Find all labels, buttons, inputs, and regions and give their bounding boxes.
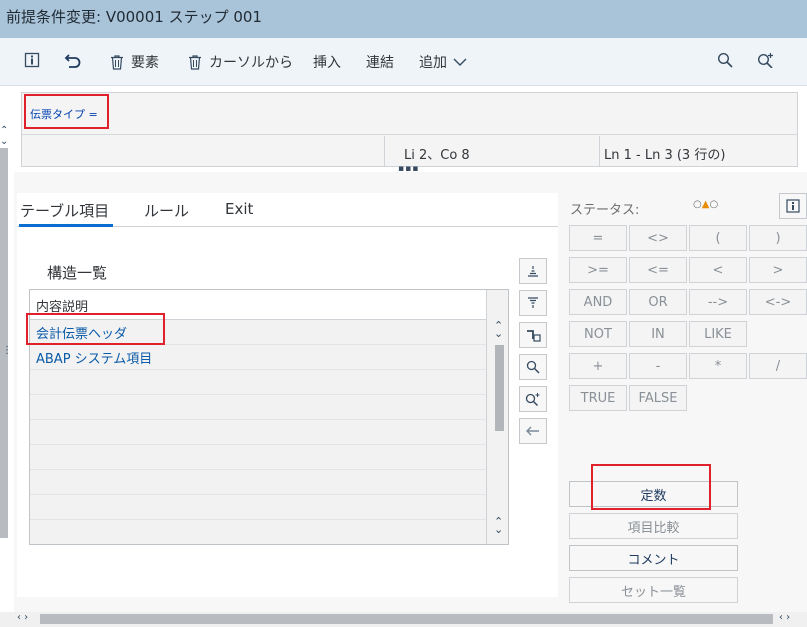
status-lights-icon: ○▲○: [693, 199, 719, 210]
op-minus[interactable]: -: [629, 353, 687, 379]
status-info-button[interactable]: [779, 193, 807, 219]
status-divider: [384, 136, 385, 166]
delete-from-cursor-label: カーソルから: [209, 55, 293, 71]
op-or[interactable]: OR: [629, 289, 687, 315]
tab-rules[interactable]: ルール: [144, 200, 189, 221]
structure-list-title: 構造一覧: [47, 264, 108, 282]
op-true[interactable]: TRUE: [569, 385, 627, 411]
op-gte[interactable]: >=: [569, 257, 627, 283]
editor-line[interactable]: 伝票タイプ =: [22, 93, 797, 135]
empty-row: [30, 495, 486, 520]
arrow-left-icon: [526, 426, 539, 436]
highlight-box: [24, 94, 109, 129]
line-range: Ln 1 - Ln 3 (3 行の): [604, 148, 726, 163]
concat-label: 連結: [366, 55, 394, 71]
title-bar: 前提条件変更: V00001 ステップ 001: [0, 0, 807, 38]
align-top-icon: [528, 266, 538, 277]
condition-editor[interactable]: 伝票タイプ = Li 2、Co 8 Ln 1 - Ln 3 (3 行の): [21, 92, 798, 167]
cursor-position: Li 2、Co 8: [404, 148, 470, 163]
horizontal-scrollbar-thumb[interactable]: [40, 614, 773, 624]
field-compare-button[interactable]: 項目比較: [569, 513, 738, 539]
insert-label: 挿入: [313, 55, 341, 71]
status-label: ステータス:: [570, 203, 640, 218]
undo-button[interactable]: [64, 52, 82, 68]
undo-icon: [64, 52, 82, 68]
op-divide[interactable]: /: [749, 353, 807, 379]
empty-row: [30, 420, 486, 445]
toolbar: 要素 カーソルから 挿入 連結 追加: [0, 38, 807, 86]
expand-button[interactable]: [519, 322, 547, 348]
empty-row: [30, 395, 486, 420]
op-equivalent[interactable]: <->: [749, 289, 807, 315]
search-next-button[interactable]: [757, 52, 775, 68]
info-button[interactable]: [24, 52, 40, 68]
op-gt[interactable]: >: [749, 257, 807, 283]
chevron-up-down-icon[interactable]: ⌃ ⌄: [0, 125, 8, 147]
search-plus-icon: [525, 393, 540, 406]
insert-button[interactable]: 挿入: [313, 52, 341, 72]
chevron-down-icon: [453, 57, 467, 67]
left-scrollbar[interactable]: [0, 148, 8, 538]
scroll-up-icon[interactable]: ⌃ ⌄: [494, 320, 503, 339]
empty-row: [30, 445, 486, 470]
empty-row: [30, 470, 486, 495]
scroll-down-icon[interactable]: ⌃ ⌄: [494, 516, 503, 535]
op-open-paren[interactable]: (: [689, 225, 747, 251]
op-equals[interactable]: =: [569, 225, 627, 251]
set-list-button[interactable]: セット一覧: [569, 577, 738, 603]
empty-row: [30, 370, 486, 395]
info-icon: [24, 52, 40, 68]
scroll-left-icon[interactable]: ‹ ›: [17, 612, 28, 623]
transfer-button[interactable]: [519, 418, 547, 444]
search-icon: [717, 52, 733, 68]
splitter-handle[interactable]: ⋮: [2, 345, 12, 356]
trash-icon: [187, 54, 203, 70]
tab-table-fields[interactable]: テーブル項目: [20, 200, 109, 221]
align-top-button[interactable]: [519, 258, 547, 284]
align-bottom-button[interactable]: [519, 290, 547, 316]
add-menu-label: 追加: [419, 55, 447, 71]
add-menu-button[interactable]: 追加: [419, 52, 467, 72]
delete-from-cursor-button[interactable]: カーソルから: [187, 52, 293, 72]
op-implies[interactable]: -->: [689, 289, 747, 315]
op-close-paren[interactable]: ): [749, 225, 807, 251]
op-and[interactable]: AND: [569, 289, 627, 315]
op-plus[interactable]: +: [569, 353, 627, 379]
op-in[interactable]: IN: [629, 321, 687, 347]
search-button[interactable]: [717, 52, 733, 68]
op-multiply[interactable]: *: [689, 353, 747, 379]
op-like[interactable]: LIKE: [689, 321, 747, 347]
list-item[interactable]: ABAP システム項目: [30, 345, 486, 370]
find-button[interactable]: [519, 354, 547, 380]
delete-element-label: 要素: [131, 55, 159, 71]
search-plus-icon: [757, 52, 775, 68]
window-title: 前提条件変更: V00001 ステップ 001: [6, 8, 262, 26]
list-scrollbar-thumb[interactable]: [495, 345, 504, 431]
scroll-right-icon[interactable]: ‹ ›: [779, 612, 790, 623]
column-divider: [486, 290, 487, 544]
op-false[interactable]: FALSE: [629, 385, 687, 411]
op-lte[interactable]: <=: [629, 257, 687, 283]
expand-icon: [527, 330, 541, 342]
info-icon: [786, 199, 800, 213]
highlight-box: [591, 464, 711, 510]
op-not[interactable]: NOT: [569, 321, 627, 347]
tab-active-indicator: [19, 224, 113, 227]
tab-exit[interactable]: Exit: [225, 200, 253, 218]
concat-button[interactable]: 連結: [366, 52, 394, 72]
search-icon: [526, 360, 540, 374]
trash-icon: [109, 54, 125, 70]
op-not-equal[interactable]: <>: [629, 225, 687, 251]
delete-element-button[interactable]: 要素: [109, 52, 159, 72]
highlight-box: [26, 313, 165, 345]
op-lt[interactable]: <: [689, 257, 747, 283]
align-bottom-icon: [528, 297, 538, 308]
find-next-button[interactable]: [519, 386, 547, 412]
comment-button[interactable]: コメント: [569, 545, 738, 571]
